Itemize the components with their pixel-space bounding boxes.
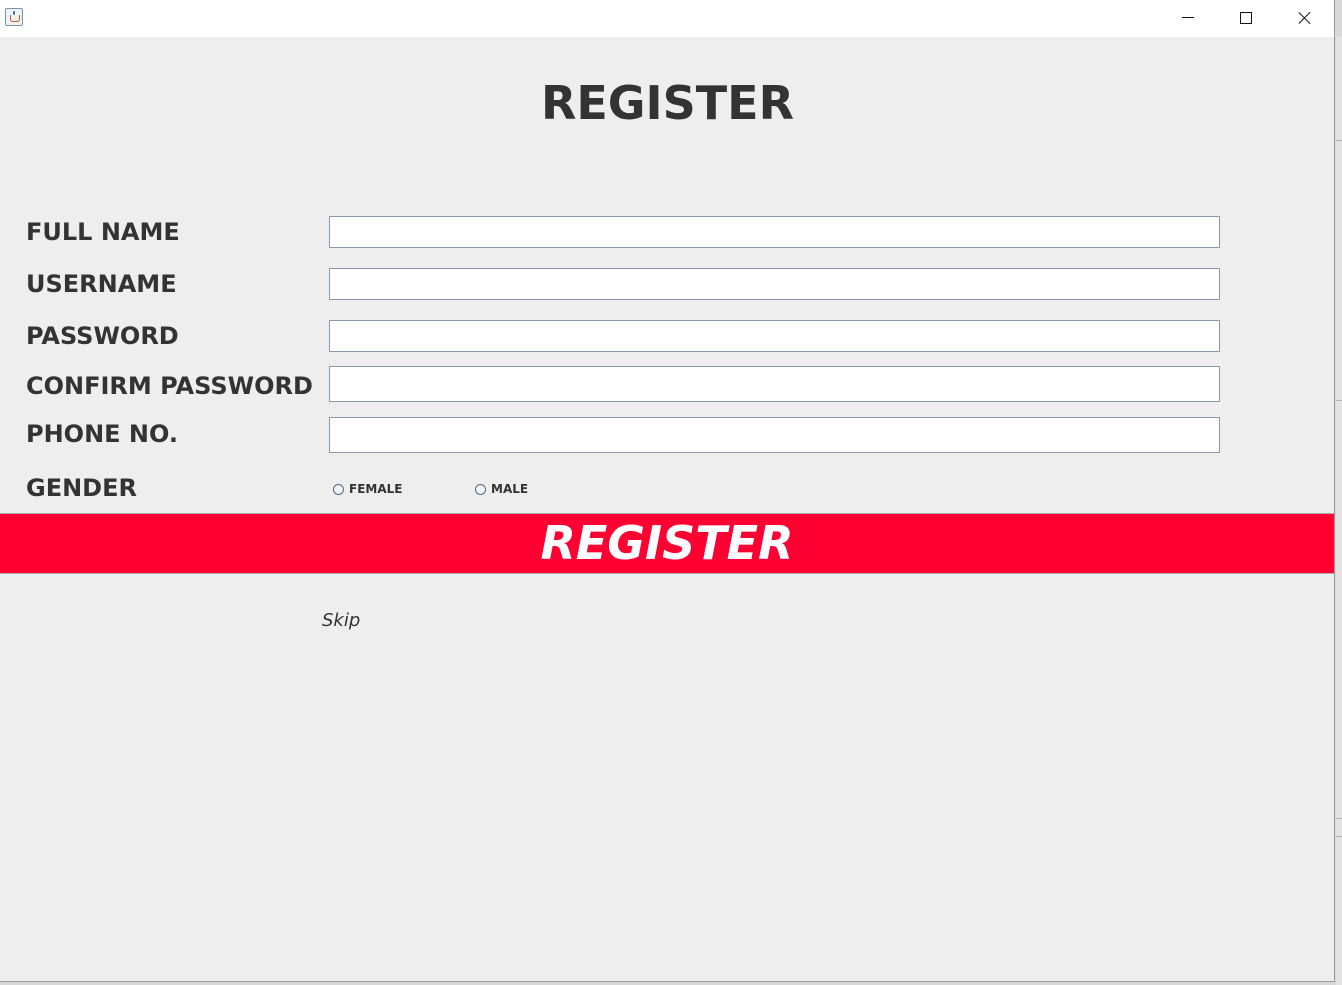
gender-female-label: FEMALE <box>349 482 403 496</box>
background-divider <box>1336 140 1342 141</box>
background-divider <box>1336 836 1342 837</box>
java-app-icon[interactable] <box>5 8 23 26</box>
background-window-edge <box>1336 37 1342 985</box>
phone-input[interactable] <box>329 417 1220 453</box>
gender-female-radio[interactable]: FEMALE <box>333 482 402 496</box>
background-divider <box>1336 400 1342 401</box>
username-input[interactable] <box>329 268 1220 300</box>
title-bar <box>0 0 1334 37</box>
confirm-password-input[interactable] <box>329 366 1220 402</box>
skip-link[interactable]: Skip <box>322 610 360 631</box>
close-icon <box>1298 11 1312 25</box>
gender-label: GENDER <box>26 474 137 502</box>
radio-circle-icon[interactable] <box>475 483 486 495</box>
phone-label: PHONE NO. <box>26 420 178 448</box>
password-label: PASSWORD <box>26 322 179 350</box>
password-input[interactable] <box>329 320 1220 352</box>
register-button[interactable]: REGISTER <box>0 513 1334 574</box>
radio-circle-icon[interactable] <box>333 483 344 495</box>
gender-male-label: MALE <box>491 482 529 496</box>
close-button[interactable] <box>1275 0 1333 37</box>
minimize-icon <box>1182 17 1194 18</box>
minimize-button[interactable] <box>1159 0 1217 37</box>
page-title: REGISTER <box>540 76 795 130</box>
register-window: REGISTER FULL NAME USERNAME PASSWORD CON… <box>0 0 1335 982</box>
background-divider <box>1336 818 1342 819</box>
full-name-label: FULL NAME <box>26 218 180 246</box>
gender-male-radio[interactable]: MALE <box>475 482 528 496</box>
maximize-button[interactable] <box>1217 0 1275 37</box>
full-name-input[interactable] <box>329 216 1220 248</box>
maximize-icon <box>1240 12 1252 24</box>
username-label: USERNAME <box>26 270 177 298</box>
confirm-password-label: CONFIRM PASSWORD <box>26 372 313 400</box>
